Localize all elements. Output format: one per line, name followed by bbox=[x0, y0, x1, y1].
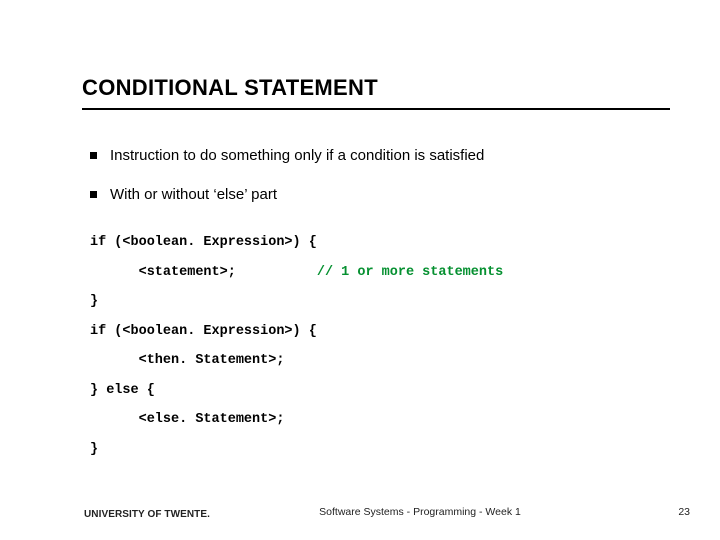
bullet-list: Instruction to do something only if a co… bbox=[90, 148, 650, 225]
code-line: if (<boolean. Expression>) { bbox=[90, 235, 650, 251]
slide-title: CONDITIONAL STATEMENT bbox=[82, 75, 378, 101]
bullet-item: With or without ‘else’ part bbox=[90, 187, 650, 204]
footer-center: Software Systems - Programming - Week 1 bbox=[0, 506, 720, 518]
bullet-item: Instruction to do something only if a co… bbox=[90, 148, 650, 165]
code-line: if (<boolean. Expression>) { bbox=[90, 324, 650, 340]
code-line: <statement>; // 1 or more statements bbox=[90, 265, 650, 281]
code-line: <then. Statement>; bbox=[90, 353, 650, 369]
title-rule bbox=[82, 108, 670, 110]
code-block: if (<boolean. Expression>) { <statement>… bbox=[90, 235, 650, 471]
code-line: } bbox=[90, 442, 650, 458]
footer-page-number: 23 bbox=[678, 506, 690, 518]
slide: CONDITIONAL STATEMENT Instruction to do … bbox=[0, 0, 720, 540]
code-line: <else. Statement>; bbox=[90, 412, 650, 428]
code-line: } bbox=[90, 294, 650, 310]
code-line: } else { bbox=[90, 383, 650, 399]
code-comment: // 1 or more statements bbox=[236, 265, 503, 280]
code-segment: <statement>; bbox=[90, 265, 236, 280]
